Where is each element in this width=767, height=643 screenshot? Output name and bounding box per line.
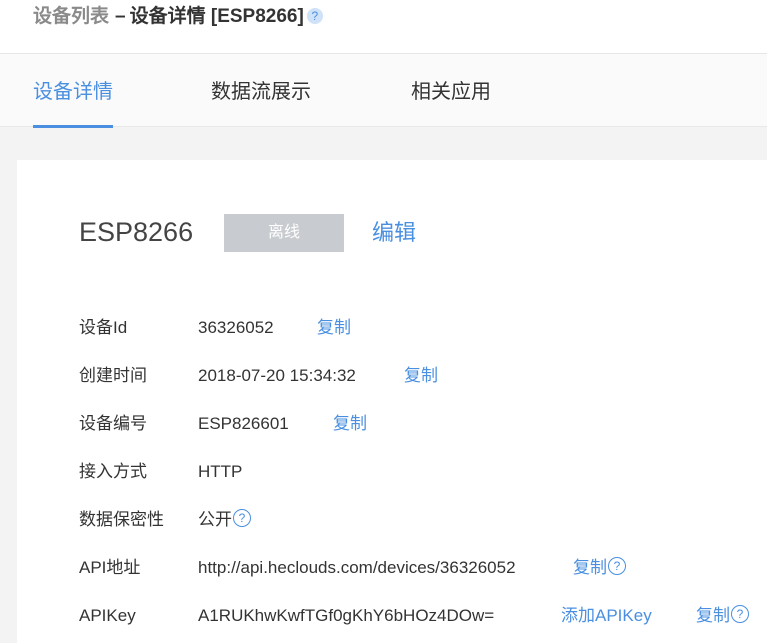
created-time-label: 创建时间 [79,366,147,385]
question-mark-icon[interactable]: ? [306,8,323,24]
api-address-label: API地址 [79,558,141,577]
api-key-label: APIKey [79,606,136,625]
protocol-value: HTTP [198,462,243,481]
copy-created-time-link[interactable]: 复制 [404,364,438,388]
question-circle-icon[interactable]: ? [731,605,749,623]
device-code-value: ESP826601 [198,414,289,433]
copy-device-id-link[interactable]: 复制 [317,316,351,340]
tab-datastream-display[interactable]: 数据流展示 [211,54,311,126]
privacy-label: 数据保密性 [79,510,164,529]
tab-device-details[interactable]: 设备详情 [33,54,113,128]
privacy-value: 公开 [198,510,232,529]
created-time-value: 2018-07-20 15:34:32 [198,366,356,385]
api-key-value: A1RUKhwKwfTGf0gKhY6bHOz4DOw= [198,606,495,625]
breadcrumb-separator: – [115,6,126,27]
copy-api-address-group: 复制? [573,556,626,580]
add-api-key-link[interactable]: 添加APIKey [561,604,652,628]
copy-api-address-link[interactable]: 复制 [573,558,607,577]
device-id-value: 36326052 [198,318,274,337]
tab-related-apps[interactable]: 相关应用 [411,54,491,126]
device-id-label: 设备Id [79,318,128,337]
device-detail-card: ESP8266 离线 编辑 设备Id 36326052 复制 创建时间 2018… [17,160,767,643]
question-circle-icon[interactable]: ? [233,509,251,527]
copy-device-code-link[interactable]: 复制 [333,412,367,436]
status-badge: 离线 [224,214,344,252]
page-header: 设备列表 – 设备详情 [ESP8266]? [0,0,767,54]
breadcrumb: 设备列表 – 设备详情 [ESP8266]? [33,5,323,29]
protocol-label: 接入方式 [79,462,147,481]
breadcrumb-current: 设备详情 [ESP8266] [129,6,304,27]
copy-api-key-link[interactable]: 复制 [696,606,730,625]
question-circle-icon[interactable]: ? [608,557,626,575]
edit-link[interactable]: 编辑 [372,218,416,248]
device-code-label: 设备编号 [79,414,147,433]
device-name: ESP8266 [79,217,194,247]
api-address-value: http://api.heclouds.com/devices/36326052 [198,558,516,577]
privacy-value-group: 公开? [198,508,251,532]
breadcrumb-device-list-link[interactable]: 设备列表 [33,6,109,27]
tab-bar: 设备详情 数据流展示 相关应用 [0,54,767,128]
copy-api-key-group: 复制? [696,604,749,628]
